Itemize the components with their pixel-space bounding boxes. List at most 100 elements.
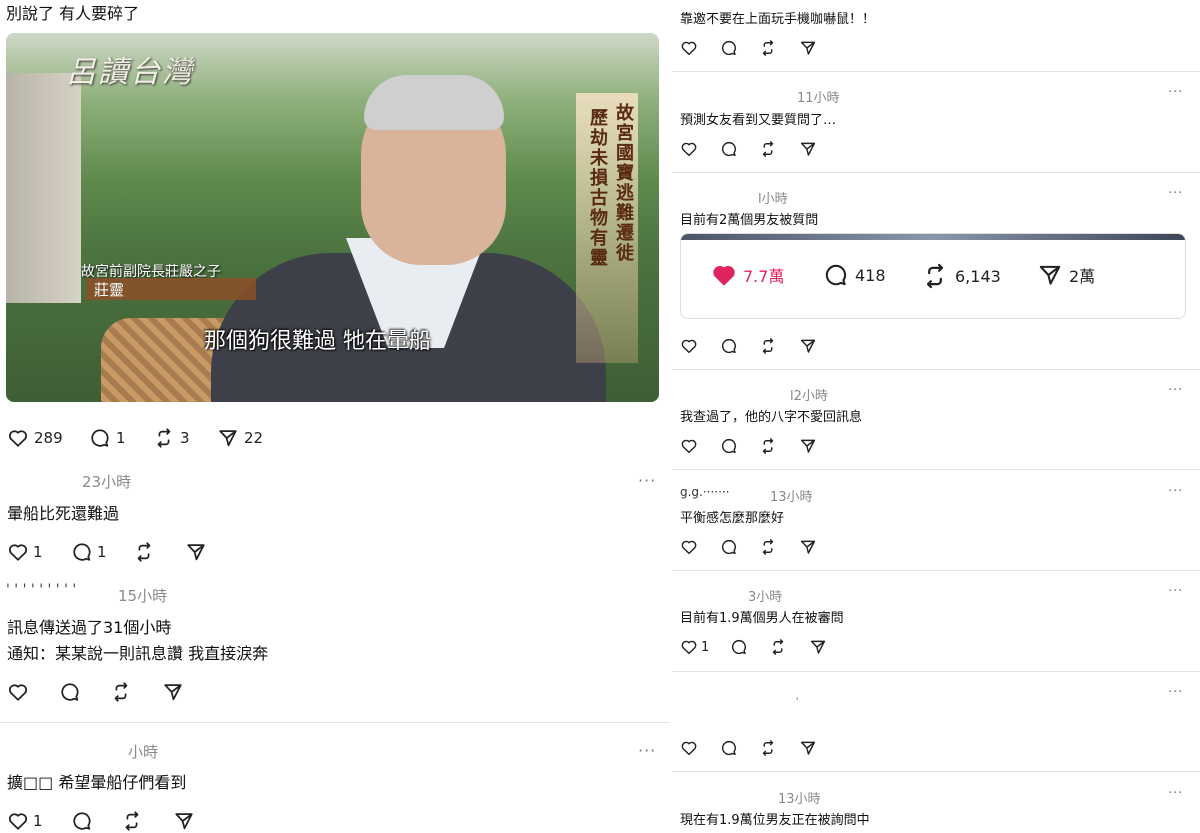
share-button[interactable]: 22	[217, 427, 263, 449]
like-button[interactable]	[680, 140, 720, 158]
share-button[interactable]	[809, 638, 827, 656]
comment-actions	[680, 538, 817, 556]
reply-button[interactable]	[720, 140, 759, 158]
repost-button[interactable]	[769, 638, 809, 656]
like-button[interactable]: 289	[7, 427, 89, 449]
like-button[interactable]	[680, 337, 720, 355]
comment-text: 預測女友看到又要質問了…	[680, 113, 837, 128]
repost-button[interactable]	[121, 810, 173, 832]
repost-icon	[153, 427, 175, 449]
repost-icon	[921, 262, 949, 290]
reply-button[interactable]	[720, 337, 759, 355]
share-button[interactable]	[799, 337, 817, 355]
repost-button[interactable]	[759, 140, 799, 158]
repost-button[interactable]	[133, 541, 185, 563]
right-thread: 靠邀不要在上面玩手機咖嚇鼠！！ 11小時 ··· 預測女友看到又要質問了… l小…	[672, 0, 1200, 833]
share-button[interactable]	[799, 538, 817, 556]
building	[6, 73, 81, 303]
reply-button[interactable]	[730, 638, 769, 656]
share-icon	[799, 39, 817, 57]
share-button[interactable]	[173, 810, 195, 832]
share-icon	[799, 140, 817, 158]
reply-button[interactable]	[720, 39, 759, 57]
like-button[interactable]	[7, 681, 59, 703]
comment-icon	[71, 810, 93, 832]
comment-time: 13小時	[770, 490, 813, 505]
reply-button[interactable]: 1	[89, 427, 153, 449]
more-icon[interactable]: ···	[1168, 383, 1183, 398]
repost-button[interactable]	[759, 538, 799, 556]
comment-actions	[680, 739, 817, 757]
reply-button[interactable]	[720, 739, 759, 757]
comment-actions: 1	[7, 810, 195, 832]
comment-icon	[720, 437, 738, 455]
share-button[interactable]	[162, 681, 184, 703]
like-button[interactable]: 1	[7, 810, 71, 832]
more-icon[interactable]: ···	[1168, 786, 1183, 801]
like-button[interactable]	[680, 538, 720, 556]
like-button[interactable]	[680, 739, 720, 757]
repost-button[interactable]: 3	[153, 427, 217, 449]
heart-icon	[680, 437, 698, 455]
comment-actions: 1	[680, 638, 827, 656]
share-button[interactable]	[799, 140, 817, 158]
reply-button[interactable]: 1	[71, 541, 133, 563]
repost-icon	[759, 140, 777, 158]
divider	[672, 369, 1200, 370]
heart-icon	[680, 538, 698, 556]
repost-button[interactable]	[110, 681, 162, 703]
embed-share-stat[interactable]: 2萬	[1037, 262, 1095, 288]
comment-time: l2小時	[790, 389, 828, 404]
more-icon[interactable]: ···	[1168, 584, 1183, 599]
embed-reply-stat[interactable]: 418	[823, 262, 886, 288]
heart-icon	[680, 39, 698, 57]
share-icon	[799, 538, 817, 556]
repost-icon	[769, 638, 787, 656]
share-button[interactable]	[799, 739, 817, 757]
share-button[interactable]	[185, 541, 207, 563]
embed-repost-stat[interactable]: 6,143	[921, 262, 1001, 290]
more-icon[interactable]: ···	[1168, 186, 1183, 201]
embedded-post-card[interactable]: 7.7萬 418 6,143 2萬	[680, 233, 1186, 319]
repost-button[interactable]	[759, 437, 799, 455]
like-button[interactable]	[680, 437, 720, 455]
comment-icon	[59, 681, 81, 703]
like-button[interactable]: 1	[7, 541, 71, 563]
divider	[672, 570, 1200, 571]
reply-button[interactable]	[71, 810, 121, 832]
comment-icon	[720, 538, 738, 556]
reply-count: 1	[116, 429, 126, 447]
comment-icon	[720, 739, 738, 757]
share-icon	[1037, 262, 1063, 288]
like-button[interactable]	[680, 39, 720, 57]
repost-icon	[133, 541, 155, 563]
reply-button[interactable]	[720, 538, 759, 556]
heart-icon	[680, 140, 698, 158]
username-fragment[interactable]: ' ' ' ' ' ' ' ' '	[6, 582, 76, 598]
repost-button[interactable]	[759, 337, 799, 355]
reply-button[interactable]	[720, 437, 759, 455]
share-button[interactable]	[799, 39, 817, 57]
more-icon[interactable]: ···	[1168, 685, 1183, 700]
share-button[interactable]	[799, 437, 817, 455]
more-icon[interactable]: ···	[1168, 484, 1183, 499]
repost-button[interactable]	[759, 739, 799, 757]
more-icon[interactable]: ···	[1168, 85, 1183, 100]
like-count: 1	[701, 639, 710, 655]
comment-text: 現在有1.9萬位男友正在被詢問中	[680, 813, 870, 828]
repost-button[interactable]	[759, 39, 799, 57]
video-player[interactable]: 呂讀台灣 故宮國寶逃難遷徙 歷劫未損古物有靈 故宮前副院長莊嚴之子 莊靈 那個狗…	[6, 33, 659, 402]
more-icon[interactable]: ···	[638, 741, 656, 760]
repost-icon	[759, 538, 777, 556]
share-icon	[162, 681, 184, 703]
username-fragment[interactable]: g.g.·······	[680, 485, 730, 499]
more-icon[interactable]: ···	[638, 471, 656, 490]
reply-button[interactable]	[59, 681, 110, 703]
like-button[interactable]: 1	[680, 638, 730, 656]
embed-like-stat[interactable]: 7.7萬	[711, 262, 784, 288]
heart-icon	[680, 337, 698, 355]
divider	[672, 469, 1200, 470]
video-subtitle: 那個狗很難過 牠在暈船	[204, 329, 431, 354]
repost-icon	[121, 810, 143, 832]
video-logo: 呂讀台灣	[66, 55, 194, 90]
